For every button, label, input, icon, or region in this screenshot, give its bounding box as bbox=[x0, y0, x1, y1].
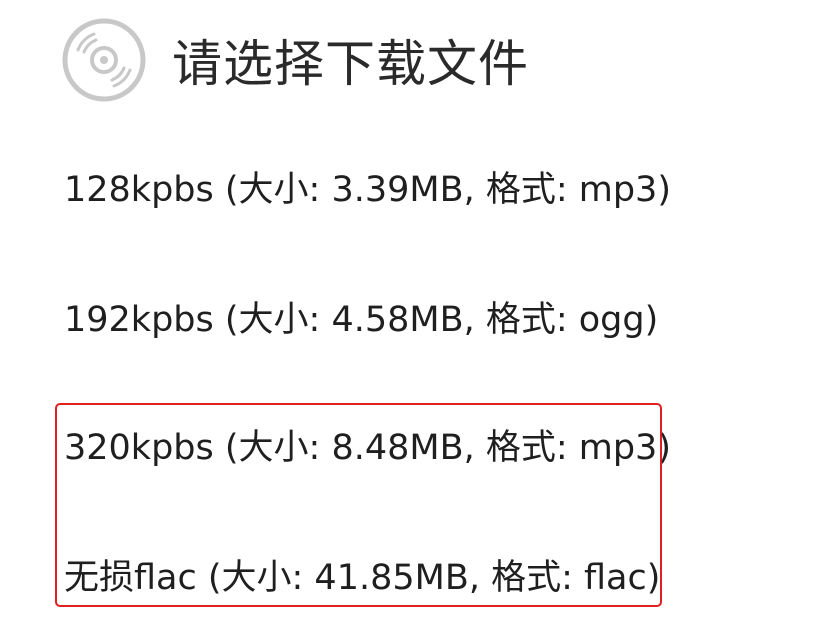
download-option-192kbps[interactable]: 192kpbs (大小: 4.58MB, 格式: ogg) bbox=[64, 300, 658, 340]
disc-icon bbox=[62, 18, 146, 102]
download-option-flac[interactable]: 无损flac (大小: 41.85MB, 格式: flac) bbox=[64, 558, 660, 598]
download-option-128kbps[interactable]: 128kpbs (大小: 3.39MB, 格式: mp3) bbox=[64, 170, 671, 210]
download-option-320kbps[interactable]: 320kpbs (大小: 8.48MB, 格式: mp3) bbox=[64, 428, 671, 468]
download-dialog: 请选择下载文件 128kpbs (大小: 3.39MB, 格式: mp3) 19… bbox=[0, 0, 827, 643]
dialog-header: 请选择下载文件 bbox=[62, 18, 529, 102]
dialog-title: 请选择下载文件 bbox=[172, 35, 529, 93]
